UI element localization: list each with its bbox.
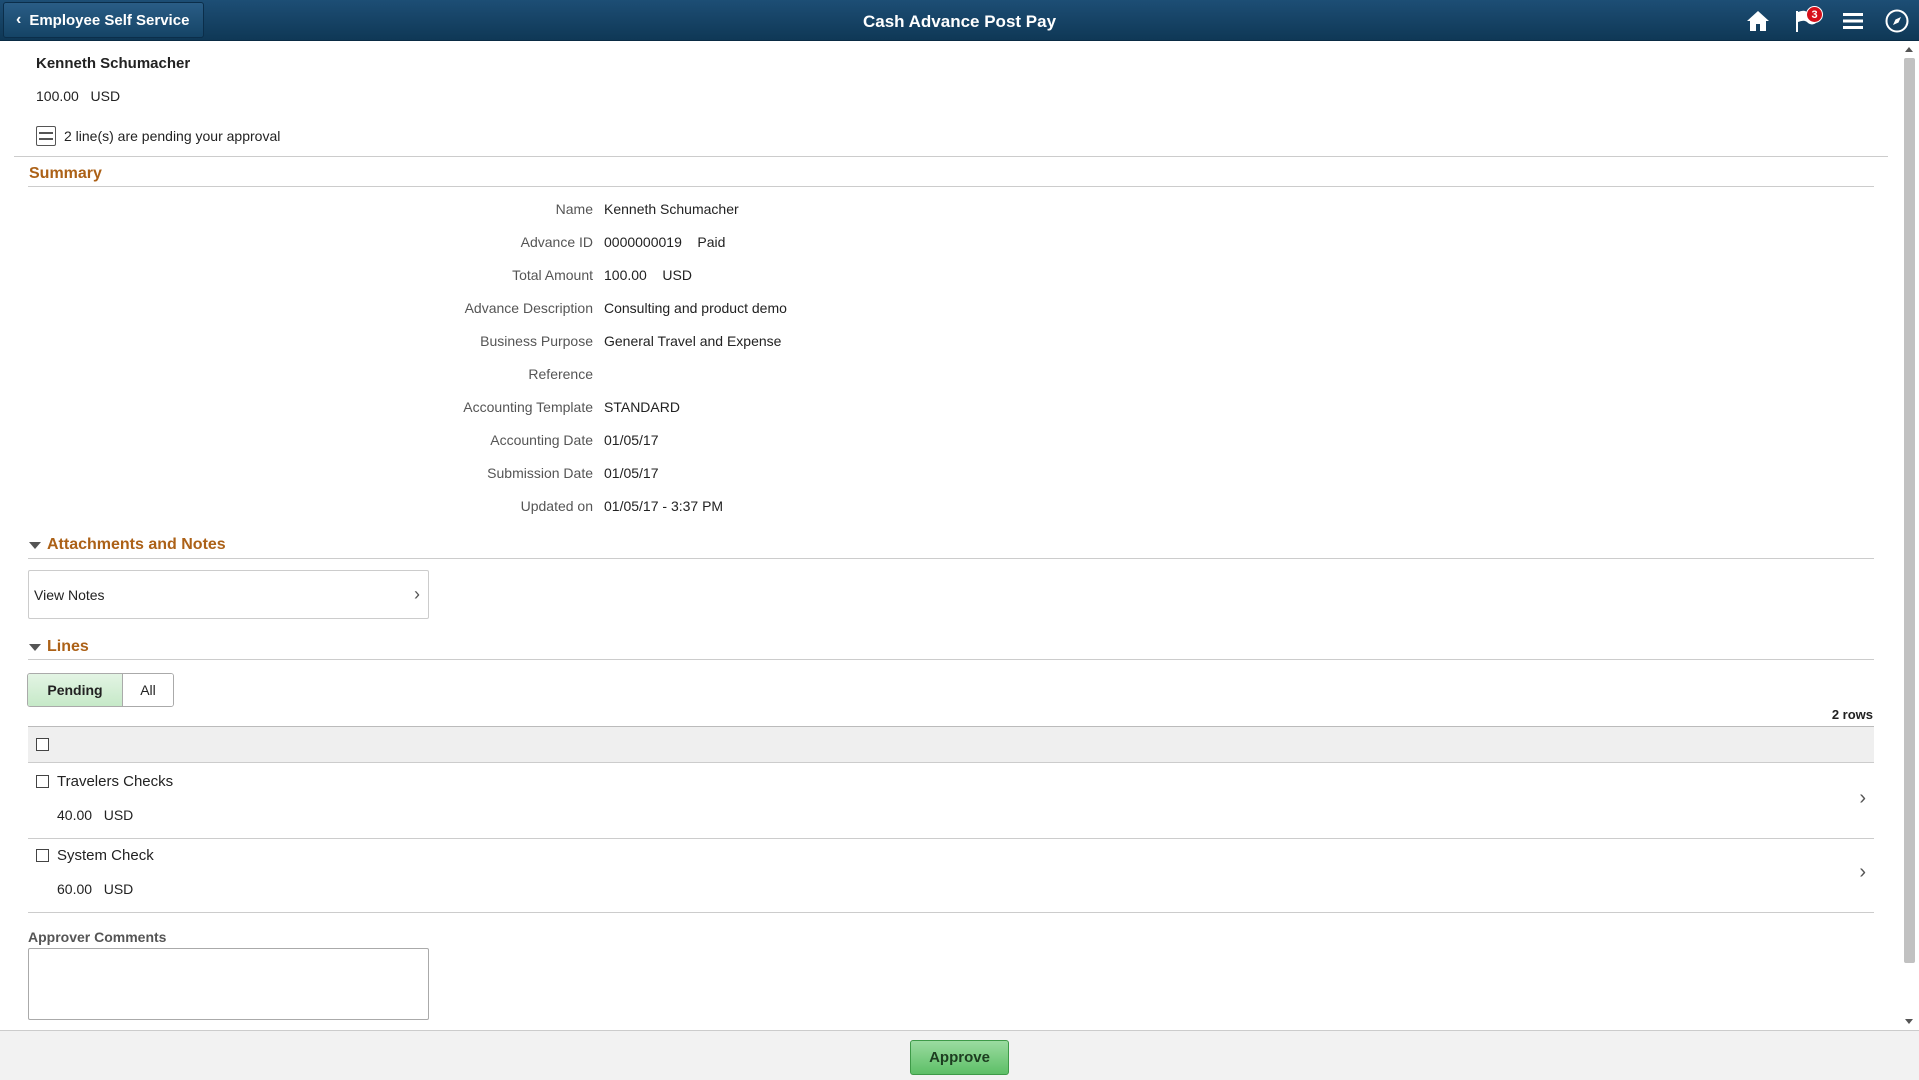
- notifications-flag-icon[interactable]: 3: [1793, 6, 1823, 34]
- header-banner: ‹ Employee Self Service Cash Advance Pos…: [0, 0, 1919, 41]
- scroll-down-arrow-icon[interactable]: [1905, 1019, 1913, 1024]
- list-icon: [36, 126, 56, 146]
- chevron-right-icon: ›: [414, 584, 420, 604]
- table-row[interactable]: Travelers Checks 40.00 USD ›: [28, 763, 1874, 839]
- line-name: System Check: [57, 847, 154, 864]
- attachments-section-toggle[interactable]: Attachments and Notes: [29, 536, 226, 554]
- line-amount-currency: USD: [103, 881, 134, 897]
- summary-label: Updated on: [520, 498, 593, 514]
- lines-filter-segmented: Pending All: [27, 673, 174, 707]
- employee-amount-currency: USD: [90, 88, 121, 104]
- employee-name: Kenneth Schumacher: [36, 55, 191, 72]
- attachments-title: Attachments and Notes: [47, 536, 226, 553]
- line-amount-value: 60.00: [57, 881, 93, 897]
- line-amount: 40.00 USD: [57, 807, 133, 823]
- summary-value: Consulting and product demo: [604, 300, 787, 316]
- summary-label: Name: [555, 201, 593, 217]
- filter-pending-button[interactable]: Pending: [28, 674, 123, 706]
- menu-icon[interactable]: [1840, 8, 1866, 34]
- page-title: Cash Advance Post Pay: [862, 12, 1057, 31]
- scroll-thumb[interactable]: [1904, 58, 1915, 963]
- chevron-right-icon[interactable]: ›: [1859, 861, 1866, 884]
- line-checkbox[interactable]: [36, 775, 49, 788]
- approve-button[interactable]: Approve: [910, 1040, 1009, 1075]
- summary-value: 0000000019 Paid: [604, 234, 726, 250]
- approver-comments-label: Approver Comments: [28, 929, 167, 945]
- summary-label: Total Amount: [512, 267, 593, 283]
- pending-message: 2 line(s) are pending your approval: [64, 128, 281, 144]
- line-checkbox[interactable]: [36, 849, 49, 862]
- summary-value: 01/05/17: [604, 465, 659, 481]
- summary-divider: [28, 186, 1874, 187]
- line-amount: 60.00 USD: [57, 881, 133, 897]
- page-scrollbar[interactable]: [1902, 44, 1917, 1030]
- table-row[interactable]: System Check 60.00 USD ›: [28, 839, 1874, 913]
- summary-label: Accounting Template: [463, 399, 593, 415]
- chevron-right-icon[interactable]: ›: [1859, 787, 1866, 810]
- summary-value: 01/05/17 - 3:37 PM: [604, 498, 724, 514]
- footer-bar: Approve: [0, 1030, 1919, 1080]
- summary-value: Kenneth Schumacher: [604, 201, 739, 217]
- summary-value: 01/05/17: [604, 432, 659, 448]
- view-notes-label: View Notes: [34, 586, 105, 603]
- lines-section-toggle[interactable]: Lines: [29, 638, 89, 656]
- notification-badge: 3: [1806, 6, 1823, 23]
- lines-title: Lines: [47, 638, 89, 655]
- employee-amount: 100.00 USD: [36, 88, 120, 104]
- collapse-triangle-icon: [29, 643, 41, 651]
- summary-value: STANDARD: [604, 399, 680, 415]
- scroll-up-arrow-icon[interactable]: [1905, 47, 1913, 52]
- summary-value: 100.00 USD: [604, 267, 692, 283]
- summary-title: Summary: [29, 165, 102, 182]
- line-name: Travelers Checks: [57, 773, 174, 790]
- summary-label: Business Purpose: [480, 333, 593, 349]
- navbar-compass-icon[interactable]: [1884, 8, 1910, 34]
- summary-section-title: Summary: [29, 165, 102, 183]
- filter-all-button[interactable]: All: [123, 674, 173, 706]
- view-notes-button[interactable]: View Notes ›: [28, 570, 429, 619]
- rows-count: 2 rows: [1831, 707, 1873, 722]
- summary-value: General Travel and Expense: [604, 333, 782, 349]
- summary-label: Accounting Date: [490, 432, 593, 448]
- line-amount-value: 40.00: [57, 807, 93, 823]
- home-icon[interactable]: [1745, 8, 1771, 34]
- divider: [14, 156, 1888, 157]
- pending-approval-notice: 2 line(s) are pending your approval: [36, 126, 280, 146]
- collapse-triangle-icon: [29, 541, 41, 549]
- approver-comments-input[interactable]: [28, 948, 429, 1020]
- summary-label: Advance Description: [464, 300, 593, 316]
- summary-label: Advance ID: [520, 234, 593, 250]
- lines-grid-header: [28, 726, 1874, 763]
- summary-label: Reference: [528, 366, 593, 382]
- summary-label: Submission Date: [487, 465, 593, 481]
- attachments-divider: [28, 558, 1874, 559]
- select-all-checkbox[interactable]: [36, 738, 49, 751]
- line-amount-currency: USD: [103, 807, 134, 823]
- employee-amount-value: 100.00: [36, 88, 79, 104]
- lines-divider: [28, 659, 1874, 660]
